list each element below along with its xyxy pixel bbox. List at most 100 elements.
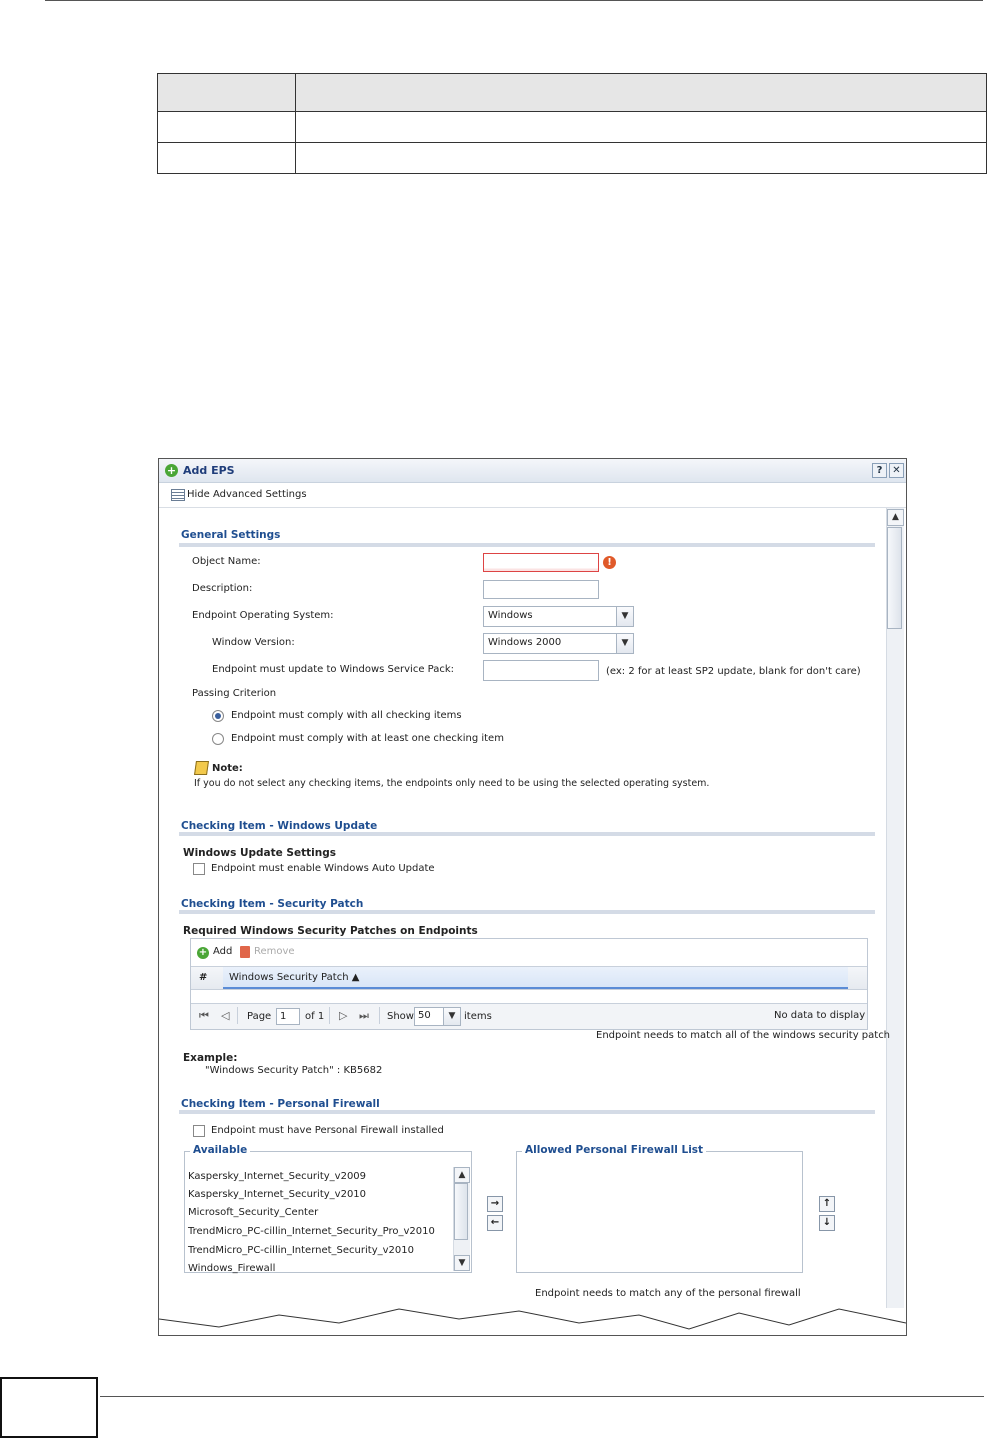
service-pack-input[interactable] [483,660,599,681]
radio-comply-all[interactable] [212,710,224,722]
object-name-input[interactable] [483,553,599,572]
available-item[interactable]: Kaspersky_Internet_Security_v2010 [188,1189,366,1200]
no-data-label: No data to display [774,1010,866,1021]
description-input[interactable] [483,580,599,599]
pager-divider [379,1007,380,1024]
grid-col-patch[interactable]: Windows Security Patch ▲ [229,972,359,983]
move-up-icon[interactable]: ↑ [819,1196,835,1212]
list-icon [171,489,185,501]
scroll-thumb[interactable] [454,1183,468,1240]
patch-match-note: Endpoint needs to match all of the windo… [596,1030,891,1041]
available-item[interactable]: TrendMicro_PC-cillin_Internet_Security_P… [188,1226,435,1237]
page-size-select[interactable]: 50 ▼ [414,1007,461,1026]
available-item[interactable]: Windows_Firewall [188,1263,275,1274]
available-item[interactable]: Microsoft_Security_Center [188,1207,318,1218]
windows-update-heading: Checking Item - Windows Update [181,820,378,832]
grid-header: # Windows Security Patch ▲ [191,966,867,990]
first-page-icon[interactable]: ⏮ [199,1009,209,1023]
note-title: Note: [212,763,243,774]
move-left-icon[interactable]: ← [487,1215,503,1231]
page-size-value: 50 [418,1010,431,1021]
allowed-firewall-list[interactable]: Allowed Personal Firewall List [516,1144,803,1273]
radio-comply-one[interactable] [212,733,224,745]
radio-comply-all-label: Endpoint must comply with all checking i… [231,710,462,721]
security-patch-subheading: Required Windows Security Patches on End… [183,925,478,937]
available-list-scrollbar[interactable]: ▲ ▼ [453,1167,470,1271]
grid-pager: ⏮ ◁ Page 1 of 1 ▷ ⏭ Show 50 ▼ items No d… [191,1003,867,1029]
add-patch-button[interactable]: Add [213,946,232,957]
scroll-up-button[interactable]: ▲ [887,509,904,526]
trash-icon [240,946,250,958]
note-text: If you do not select any checking items,… [194,778,710,789]
add-icon: + [197,947,209,959]
chevron-down-icon: ▼ [616,607,633,626]
error-icon: ! [603,556,616,569]
hide-advanced-settings-button[interactable]: Hide Advanced Settings [187,489,307,500]
footer-rule [100,1396,984,1397]
page-number-box [0,1377,98,1438]
auto-update-checkbox[interactable] [193,863,205,875]
remove-patch-button[interactable]: Remove [254,946,295,957]
radio-comply-one-label: Endpoint must comply with at least one c… [231,733,504,744]
grid-col-num[interactable]: # [199,972,207,983]
move-down-icon[interactable]: ↓ [819,1215,835,1231]
available-legend: Available [190,1144,251,1156]
window-version-label: Window Version: [212,637,295,648]
os-select-value: Windows [488,610,533,621]
last-page-icon[interactable]: ⏭ [359,1009,369,1023]
windows-update-subheading: Windows Update Settings [183,847,336,859]
os-select[interactable]: Windows ▼ [483,606,634,627]
window-version-value: Windows 2000 [488,637,562,648]
add-icon: + [165,464,178,477]
description-label: Description: [192,583,253,594]
auto-update-label: Endpoint must enable Windows Auto Update [211,863,435,874]
torn-edge-graphic [159,1308,906,1335]
doc-table-header-cell [157,73,296,112]
service-pack-hint: (ex: 2 for at least SP2 update, blank fo… [606,666,861,677]
scroll-down-button[interactable]: ▼ [454,1255,470,1271]
section-divider [179,832,875,836]
os-label: Endpoint Operating System: [192,610,334,621]
add-eps-dialog: + Add EPS ? ✕ Hide Advanced Settings ▲ G… [158,458,907,1336]
object-name-label: Object Name: [192,556,261,567]
security-patch-grid: + Add Remove # Windows Security Patch ▲ … [190,938,868,1030]
example-text: "Windows Security Patch" : KB5682 [205,1065,383,1076]
doc-table-header-cell [295,73,987,112]
personal-firewall-label: Endpoint must have Personal Firewall ins… [211,1125,444,1136]
vertical-scrollbar[interactable]: ▲ [886,508,904,1308]
available-list[interactable]: Available Kaspersky_Internet_Security_v2… [184,1144,472,1274]
prev-page-icon[interactable]: ◁ [221,1009,229,1022]
scroll-up-button[interactable]: ▲ [454,1167,470,1183]
pager-divider [329,1007,330,1024]
example-label: Example: [183,1052,238,1064]
page-label: Page [247,1011,272,1022]
allowed-legend: Allowed Personal Firewall List [522,1144,707,1156]
chevron-down-icon: ▼ [443,1008,460,1025]
doc-table [157,73,987,174]
close-button[interactable]: ✕ [889,463,904,478]
section-divider [179,543,875,547]
available-item[interactable]: Kaspersky_Internet_Security_v2009 [188,1171,366,1182]
chevron-down-icon: ▼ [616,634,633,653]
page-input[interactable]: 1 [276,1008,300,1025]
doc-table-cell [295,142,987,174]
scroll-thumb[interactable] [887,527,902,629]
general-settings-heading: General Settings [181,529,281,541]
next-page-icon[interactable]: ▷ [339,1009,347,1022]
security-patch-heading: Checking Item - Security Patch [181,898,364,910]
service-pack-label: Endpoint must update to Windows Service … [212,664,455,675]
help-button[interactable]: ? [872,463,887,478]
page-of-label: of 1 [305,1011,325,1022]
note-icon [194,761,209,775]
personal-firewall-checkbox[interactable] [193,1125,205,1137]
pager-divider [237,1007,238,1024]
window-version-select[interactable]: Windows 2000 ▼ [483,633,634,654]
show-label: Show [387,1011,414,1022]
move-right-icon[interactable]: → [487,1196,503,1212]
available-item[interactable]: TrendMicro_PC-cillin_Internet_Security_v… [188,1245,414,1256]
doc-table-cell [157,142,296,174]
dialog-toolbar: Hide Advanced Settings [159,483,906,508]
page-top-rule [45,0,983,1]
items-label: items [464,1011,492,1022]
dialog-titlebar: + Add EPS ? ✕ [159,459,906,483]
